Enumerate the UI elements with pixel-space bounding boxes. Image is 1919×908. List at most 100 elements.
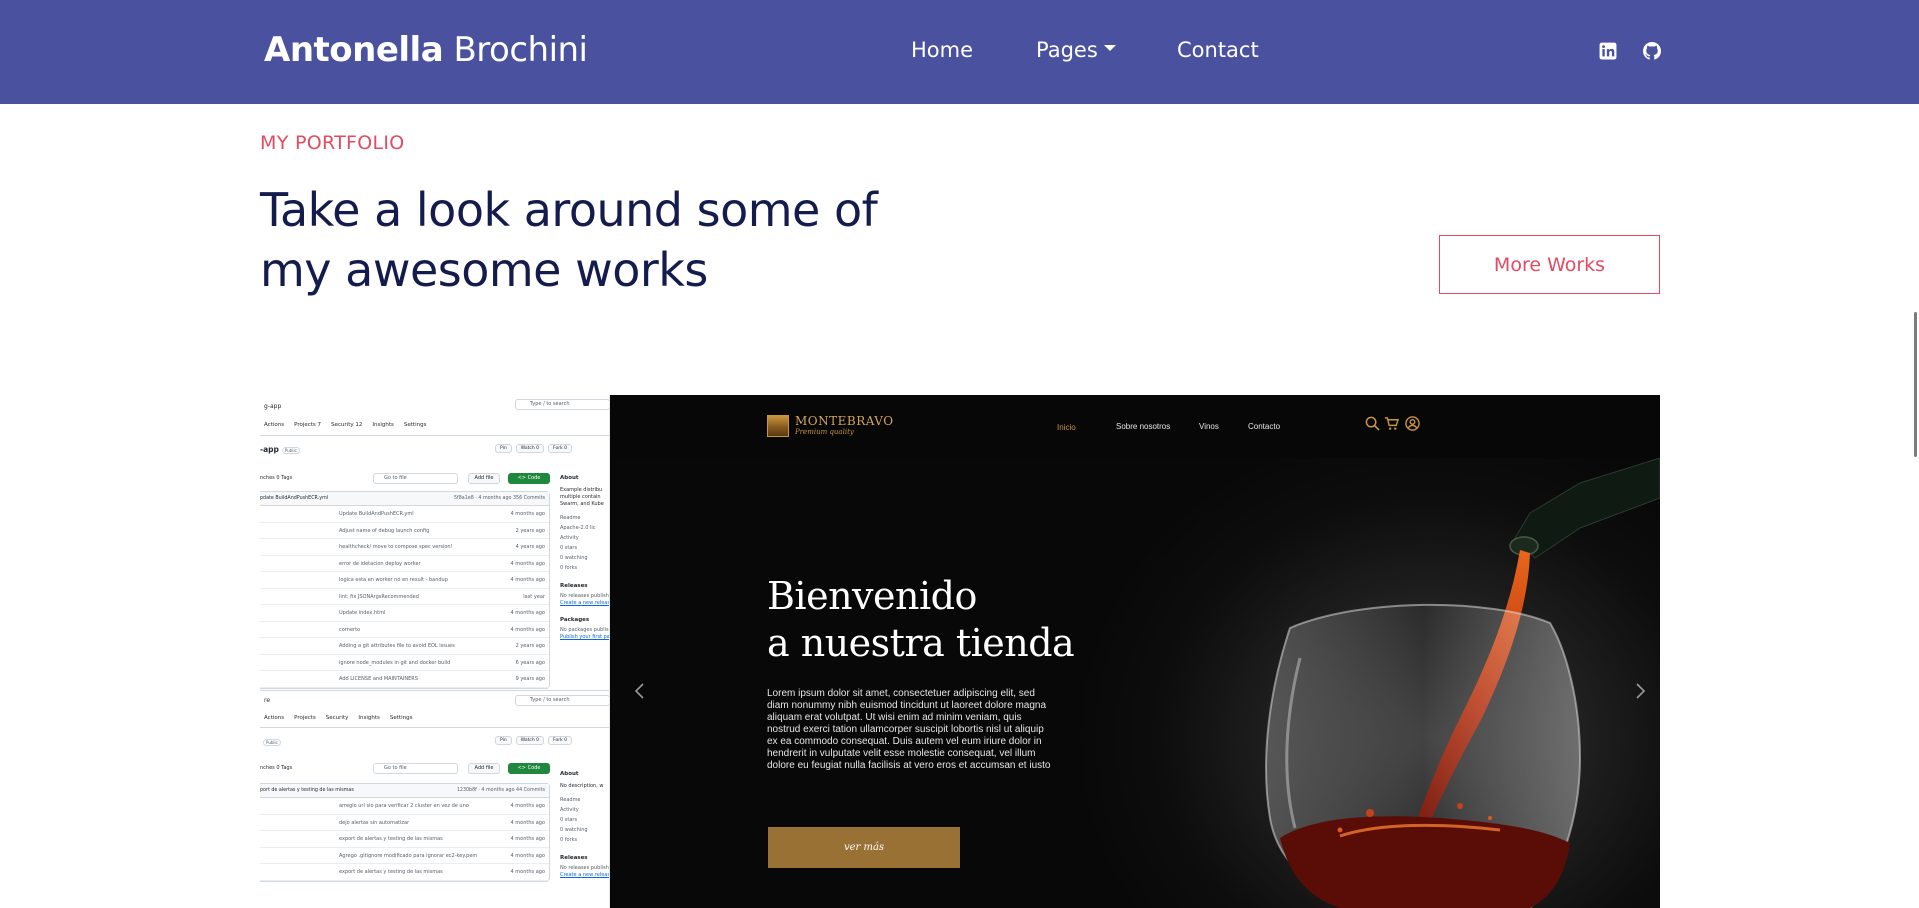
github-repo-panel-2: re Type / to search Actions Projects Sec…: [260, 690, 610, 908]
gh-file-commit-msg: ignore node_modules in git and docker bu…: [339, 659, 451, 666]
wine-logo-tagline: Premium quality: [795, 428, 854, 436]
gh-commit-meta: 1230b8f · 4 months ago 44 Commits: [456, 788, 545, 793]
gh-releases-note: No releases published: [560, 593, 610, 599]
wine-ver-mas-button: ver más: [768, 827, 960, 868]
cart-icon: [1384, 417, 1399, 430]
gh-file-commit-time: 4 months ago: [510, 803, 546, 809]
gh-rows: arreglo url slo para verificar 2 cluster…: [260, 798, 549, 881]
gh-visibility-badge: Public: [281, 447, 300, 454]
gh-releases-link: Create a new release: [560, 600, 610, 606]
gh-file-commit-time: 4 months ago: [510, 577, 546, 583]
gh-file-commit-msg: Add LICENSE and MAINTAINERS: [339, 676, 418, 682]
gh-file-commit-time: 4 months ago: [510, 852, 546, 859]
gh-about-title: About: [560, 771, 579, 777]
gh-search-input: Type / to search: [515, 399, 609, 410]
nav-home-link[interactable]: Home: [911, 38, 973, 62]
gh-file-row: ignore node_modules in git and docker bu…: [260, 655, 549, 671]
gh-tab: Security: [325, 715, 349, 721]
gh-file-commit-msg: cornerto: [339, 626, 361, 633]
gh-add-file: Add file: [468, 473, 500, 484]
gh-commit-msg: port de alertas y testing de las mismas: [260, 788, 354, 793]
gh-tab: Security 12: [331, 422, 363, 428]
wine-nav-sobre: Sobre nosotros: [1116, 422, 1171, 431]
gh-tab: Settings: [389, 715, 413, 721]
gh-about-panel: About Example distribu multiple contain …: [560, 475, 610, 641]
nav-contact-link[interactable]: Contact: [1177, 38, 1259, 62]
gh-file-commit-msg: Update BuildAndPushECR.yml: [339, 511, 414, 517]
wine-nav-inicio: Inicio: [1057, 423, 1076, 432]
gh-about-item: 0 forks: [560, 565, 578, 571]
gh-tab: Projects: [294, 715, 316, 721]
gh-releases-title: Releases: [560, 855, 588, 861]
gh-tab: Insights: [372, 422, 394, 428]
gh-commit-header: pdate BuildAndPushECR.yml 5f8a1e8 · 4 mo…: [260, 492, 549, 506]
gh-file-commit-msg: arreglo url slo para verificar 2 cluster…: [339, 803, 469, 809]
gh-branch-row: nches 0 Tags Go to file Add file <> Code: [260, 763, 550, 775]
gh-releases-link: Create a new release: [560, 872, 610, 878]
navbar: Antonella Brochini Home Pages Contact: [0, 0, 1919, 104]
brand-logo[interactable]: Antonella Brochini: [264, 30, 588, 70]
brand-first-name: Antonella: [264, 30, 444, 70]
gh-file-table: port de alertas y testing de las mismas …: [260, 783, 550, 882]
chevron-right-icon[interactable]: [1630, 681, 1650, 701]
gh-file-row: export de alertas y testing de las misma…: [260, 864, 549, 881]
gh-file-row: Update BuildAndPushECR.yml 4 months ago: [260, 506, 549, 523]
more-works-button[interactable]: More Works: [1439, 235, 1660, 294]
nav-pages-label: Pages: [1036, 38, 1098, 62]
gh-file-row: dejo alertas sin automatizar 4 months ago: [260, 815, 549, 831]
gh-file-commit-msg: export de alertas y testing de las misma…: [339, 836, 443, 842]
gh-packages-title: Packages: [560, 617, 590, 623]
gh-file-commit-msg: Update index.html: [339, 610, 386, 616]
gh-about-item: 0 forks: [560, 837, 578, 843]
gh-tabs: Actions Projects Security Insights Setti…: [264, 715, 412, 721]
gh-file-commit-msg: dejo alertas sin automatizar: [339, 819, 410, 826]
gh-file-row: Add LICENSE and MAINTAINERS 9 years ago: [260, 671, 549, 688]
gh-file-commit-time: 4 years ago: [515, 544, 545, 550]
gh-file-commit-msg: healthcheck/ move to compose spec versio…: [339, 544, 453, 550]
github-icon[interactable]: [1643, 42, 1661, 60]
linkedin-icon[interactable]: [1599, 42, 1617, 60]
gh-file-row: export de alertas y testing de las misma…: [260, 831, 549, 848]
gh-file-row: error de idetacion deploy worker 4 months…: [260, 556, 549, 572]
github-screenshot-preview[interactable]: g-app Type / to search Actions Projects …: [260, 395, 610, 908]
divider: [260, 435, 609, 436]
gh-file-commit-time: 4 months ago: [510, 819, 546, 826]
wine-title-line: Bienvenido: [767, 574, 977, 618]
gh-file-row: Adjust name of debug launch config 2 year…: [260, 523, 549, 539]
gh-tab: Actions: [264, 715, 285, 721]
wine-nav-vinos: Vinos: [1199, 422, 1219, 431]
gh-about-item: 0 watching: [560, 555, 588, 561]
nav-pages-dropdown[interactable]: Pages: [1036, 38, 1116, 62]
user-icon: [1405, 416, 1420, 431]
gh-about-item: Activity: [560, 807, 579, 813]
gh-action: Pin: [495, 444, 512, 453]
gh-repo-name: -app Public: [260, 445, 300, 454]
gh-file-commit-msg: error de idetacion deploy worker: [339, 560, 421, 567]
gh-file-commit-time: 4 months ago: [510, 836, 546, 842]
gh-action: Watch 0: [515, 736, 545, 745]
gh-about-desc: Example distribu multiple contain Swarm,…: [560, 487, 604, 507]
gh-file-row: cornerto 4 months ago: [260, 622, 549, 638]
wine-store-screenshot-preview[interactable]: MONTEBRAVO Premium quality Inicio Sobre …: [610, 395, 1660, 908]
gh-about-item: 0 watching: [560, 827, 588, 833]
gh-tab: Projects 7: [294, 422, 322, 428]
gh-file-row: Update index.html 4 months ago: [260, 605, 549, 622]
wine-title-line: a nuestra tienda: [767, 621, 1075, 665]
gh-file-row: lint: fix JSONArgsRecommended last year: [260, 589, 549, 605]
gh-file-commit-msg: lint: fix JSONArgsRecommended: [339, 593, 419, 600]
gh-file-commit-time: 4 months ago: [510, 610, 546, 616]
gh-top-label: g-app: [264, 403, 282, 410]
chevron-left-icon[interactable]: [630, 681, 650, 701]
wine-pour-illustration: [1265, 458, 1660, 908]
wine-logo-mark: [767, 415, 789, 437]
gh-file-row: arreglo url slo para verificar 2 cluster…: [260, 798, 549, 815]
gh-repo-name: Public: [260, 737, 281, 746]
gh-releases-note: No releases published: [560, 865, 610, 871]
gh-file-commit-msg: export de alertas y testing de las misma…: [339, 869, 443, 875]
gh-about-item: Apache-2.0 lic: [560, 525, 596, 531]
caret-down-icon: [1103, 45, 1116, 51]
wine-nav-contacto: Contacto: [1248, 422, 1281, 431]
gh-file-commit-time: 2 years ago: [515, 527, 545, 534]
gh-file-commit-msg: Adding a git attributes file to avoid EO…: [339, 643, 455, 649]
page-scrollbar[interactable]: [1914, 312, 1917, 457]
